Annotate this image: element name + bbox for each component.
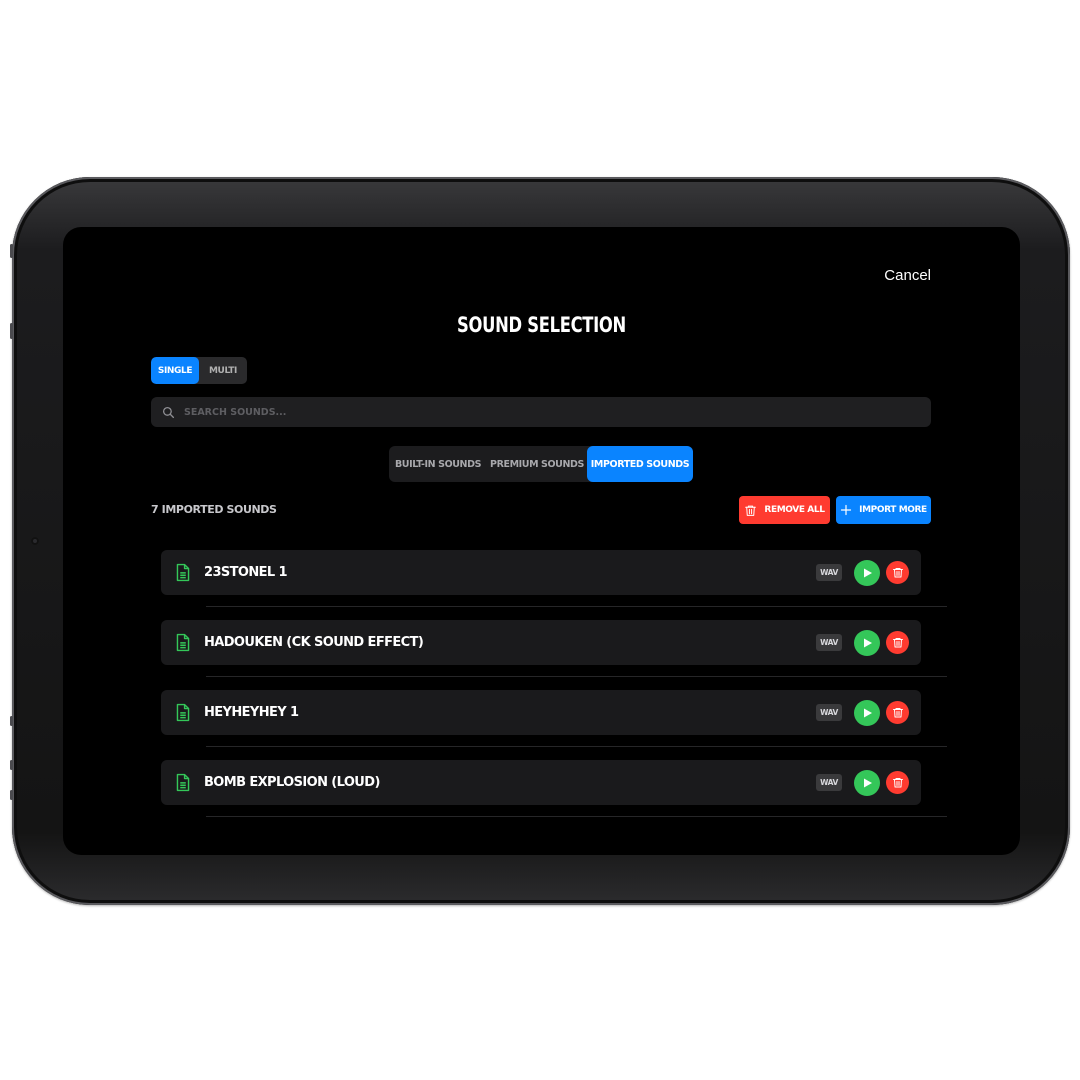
trash-icon xyxy=(892,638,903,648)
play-icon xyxy=(864,568,872,577)
delete-button[interactable] xyxy=(886,631,909,654)
sound-source-tabs: Built-in Sounds Premium Sounds Imported … xyxy=(389,446,693,482)
mode-single-option[interactable]: Single xyxy=(151,357,199,384)
sound-name: 23stonel 1 xyxy=(204,565,288,580)
play-icon xyxy=(864,638,872,647)
sound-row[interactable]: Hadouken (CK Sound Effect) WAV xyxy=(161,620,947,677)
document-icon xyxy=(175,563,191,582)
document-icon xyxy=(175,773,191,792)
format-badge: WAV xyxy=(816,774,842,791)
front-camera xyxy=(31,537,39,545)
remove-all-label: Remove All xyxy=(764,505,825,515)
format-badge: WAV xyxy=(816,564,842,581)
tab-premium-sounds[interactable]: Premium Sounds xyxy=(487,446,587,482)
play-button[interactable] xyxy=(854,699,880,726)
side-button-lower-2 xyxy=(10,760,13,770)
screen: Cancel Sound Selection Single Multi Buil… xyxy=(63,227,1020,855)
volume-button xyxy=(10,323,13,339)
volume-button-top xyxy=(10,244,13,258)
tab-imported-sounds[interactable]: Imported Sounds xyxy=(587,446,693,482)
sound-name: Hadouken (CK Sound Effect) xyxy=(204,635,424,650)
import-more-button[interactable]: Import More xyxy=(836,496,931,524)
import-more-label: Import More xyxy=(859,505,927,515)
delete-button[interactable] xyxy=(886,701,909,724)
plus-icon xyxy=(841,504,852,516)
cancel-button[interactable]: Cancel xyxy=(884,267,931,284)
play-icon xyxy=(864,778,872,787)
sound-name: Bomb Explosion (Loud) xyxy=(204,775,380,790)
document-icon xyxy=(175,703,191,722)
trash-icon xyxy=(892,778,903,788)
play-icon xyxy=(864,708,872,717)
page-title: Sound Selection xyxy=(457,313,626,337)
play-button[interactable] xyxy=(854,559,880,586)
sound-row[interactable]: 23stonel 1 WAV xyxy=(161,550,947,607)
side-button-lower xyxy=(10,716,13,726)
trash-icon xyxy=(745,505,757,516)
play-button[interactable] xyxy=(854,769,880,796)
imported-count-label: 7 Imported Sounds xyxy=(151,503,277,516)
delete-button[interactable] xyxy=(886,561,909,584)
delete-button[interactable] xyxy=(886,771,909,794)
play-button[interactable] xyxy=(854,629,880,656)
document-icon xyxy=(175,633,191,652)
sound-row[interactable]: HeyHeyHey 1 WAV xyxy=(161,690,947,747)
format-badge: WAV xyxy=(816,634,842,651)
search-bar[interactable] xyxy=(151,397,931,427)
side-button-lower-3 xyxy=(10,790,13,800)
mode-multi-option[interactable]: Multi xyxy=(199,357,247,384)
trash-icon xyxy=(892,708,903,718)
remove-all-button[interactable]: Remove All xyxy=(739,496,830,524)
format-badge: WAV xyxy=(816,704,842,721)
search-icon xyxy=(162,406,175,418)
sound-row[interactable]: Bomb Explosion (Loud) WAV xyxy=(161,760,947,817)
trash-icon xyxy=(892,568,903,578)
sound-name: HeyHeyHey 1 xyxy=(204,705,299,720)
sound-list: 23stonel 1 WAV Hadouken (CK Sound Ef xyxy=(161,550,947,830)
search-input[interactable] xyxy=(182,405,886,419)
tab-built-in-sounds[interactable]: Built-in Sounds xyxy=(389,446,487,482)
selection-mode-toggle: Single Multi xyxy=(151,357,247,384)
